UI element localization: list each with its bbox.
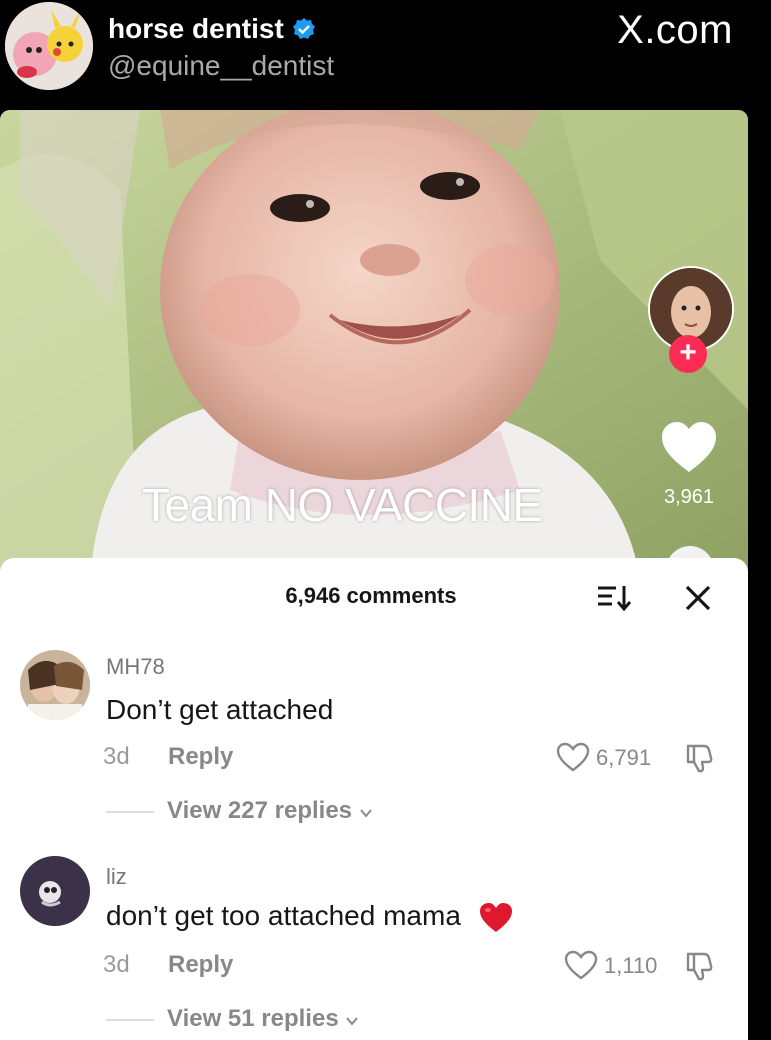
comment-like-count: 1,110 bbox=[604, 953, 658, 978]
display-name-text: horse dentist bbox=[108, 13, 284, 44]
comment-text: Don’t get attached bbox=[106, 694, 334, 725]
chevron-down-icon bbox=[359, 809, 372, 818]
reply-button[interactable]: Reply bbox=[168, 743, 233, 771]
view-replies-button[interactable]: View 227 replies bbox=[167, 797, 373, 825]
close-icon[interactable] bbox=[682, 582, 714, 614]
follow-plus-button[interactable]: + bbox=[669, 335, 707, 373]
comment-like-icon[interactable] bbox=[556, 742, 590, 772]
comment-time: 3d bbox=[103, 743, 130, 770]
view-replies-text: View 51 replies bbox=[167, 1005, 339, 1032]
dislike-icon[interactable] bbox=[682, 948, 716, 982]
chevron-down-icon bbox=[346, 1017, 359, 1026]
dislike-icon[interactable] bbox=[682, 740, 716, 774]
reply-button[interactable]: Reply bbox=[168, 951, 233, 979]
comment-like-icon[interactable] bbox=[564, 950, 598, 980]
commenter-avatar[interactable] bbox=[20, 856, 90, 926]
comment-text: don’t get too attached mama bbox=[106, 900, 513, 934]
comment-username[interactable]: MH78 bbox=[106, 654, 165, 680]
view-replies-divider bbox=[106, 1019, 154, 1021]
comment-username[interactable]: liz bbox=[106, 864, 127, 890]
comment-text-content: don’t get too attached mama bbox=[106, 900, 461, 931]
comments-panel: 6,946 comments MH78 Don’t get attached 3… bbox=[0, 558, 748, 1040]
display-name[interactable]: horse dentist bbox=[108, 13, 316, 45]
commenter-avatar[interactable] bbox=[20, 650, 90, 720]
site-watermark: X.com bbox=[617, 8, 733, 52]
comment-like-count: 6,791 bbox=[596, 745, 652, 770]
video-like-count: 3,961 bbox=[663, 486, 715, 508]
comments-count-title: 6,946 comments bbox=[0, 583, 748, 609]
profile-avatar[interactable] bbox=[5, 2, 93, 90]
view-replies-divider bbox=[106, 811, 154, 813]
user-handle[interactable]: @equine__dentist bbox=[108, 50, 334, 82]
video-overlay-text: Team NO VACCINE bbox=[142, 479, 543, 531]
red-heart-emoji-icon bbox=[479, 902, 512, 932]
view-replies-text: View 227 replies bbox=[167, 797, 353, 824]
view-replies-button[interactable]: View 51 replies bbox=[167, 1005, 359, 1033]
comments-count-text: 6,946 comments bbox=[285, 583, 457, 608]
comment-time: 3d bbox=[103, 951, 130, 978]
like-heart-icon[interactable] bbox=[660, 420, 718, 474]
verified-badge-icon bbox=[292, 18, 315, 39]
post-header: horse dentist @equine__dentist X.com bbox=[0, 0, 771, 108]
sort-icon[interactable] bbox=[596, 582, 632, 612]
